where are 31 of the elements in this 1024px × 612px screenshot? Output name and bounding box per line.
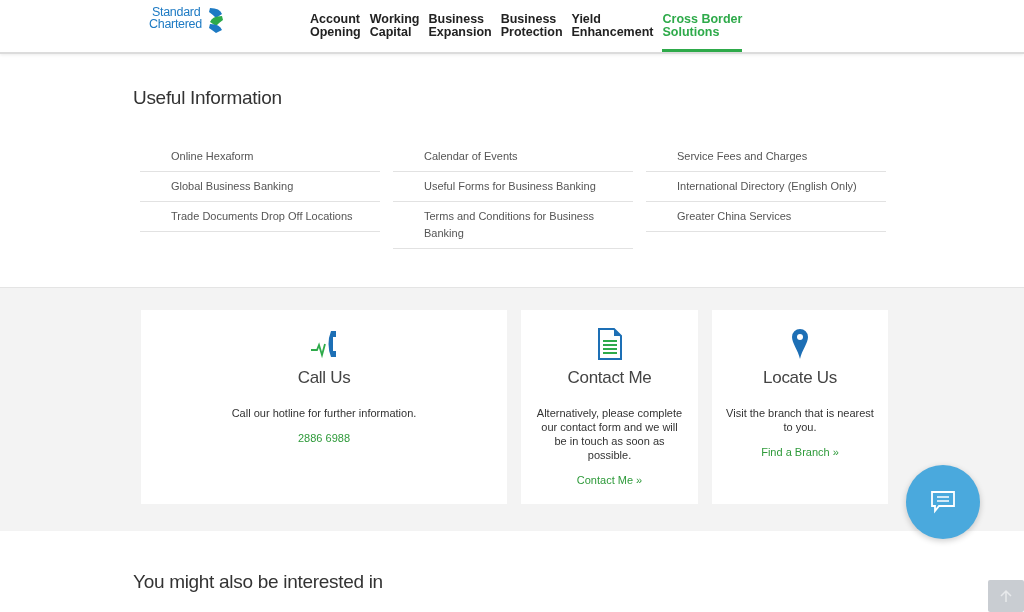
card-link[interactable]: Find a Branch » (761, 446, 839, 458)
card-text: Call our hotline for further information. (231, 406, 417, 420)
card-text: Alternatively, please complete our contact form and we will be in touch as soon as possible. (535, 406, 684, 462)
info-link[interactable]: Useful Forms for Business Banking (393, 172, 633, 202)
nav-tab[interactable]: Working Capital (369, 0, 420, 52)
info-link[interactable]: Calendar of Events (393, 142, 633, 172)
phone-icon (309, 328, 339, 360)
section-title: Useful Information (133, 86, 283, 110)
logo-text[interactable]: Standard Chartered (149, 6, 202, 30)
info-link[interactable]: International Directory (English Only) (646, 172, 886, 202)
info-link[interactable]: Service Fees and Charges (646, 142, 886, 172)
nav-tab[interactable]: Business Protection (500, 0, 563, 52)
info-link[interactable]: Online Hexaform (140, 142, 380, 172)
card-title: Contact Me (567, 368, 652, 388)
card-link[interactable]: Contact Me » (576, 474, 643, 486)
card-title: Locate Us (763, 368, 837, 388)
map-pin-icon (791, 328, 809, 360)
nav-tab[interactable]: Yield Enhancement (571, 0, 654, 52)
info-link[interactable]: Global Business Banking (140, 172, 380, 202)
chat-icon (930, 490, 956, 514)
card-link[interactable]: 2886 6988 (298, 432, 350, 444)
section-title: You might also be interested in (132, 570, 384, 593)
info-link[interactable]: Trade Documents Drop Off Locations (140, 202, 380, 232)
info-link[interactable]: Terms and Conditions for Business Banking (393, 202, 633, 249)
card-title: Call Us (297, 368, 351, 388)
card-text: Visit the branch that is nearest to you. (726, 406, 874, 434)
document-icon (596, 328, 623, 360)
info-link[interactable]: Greater China Services (646, 202, 886, 232)
arrow-up-icon (1000, 589, 1012, 603)
nav-tab[interactable]: Business Expansion (428, 0, 492, 52)
nav-tab[interactable]: Account Opening (310, 0, 361, 52)
